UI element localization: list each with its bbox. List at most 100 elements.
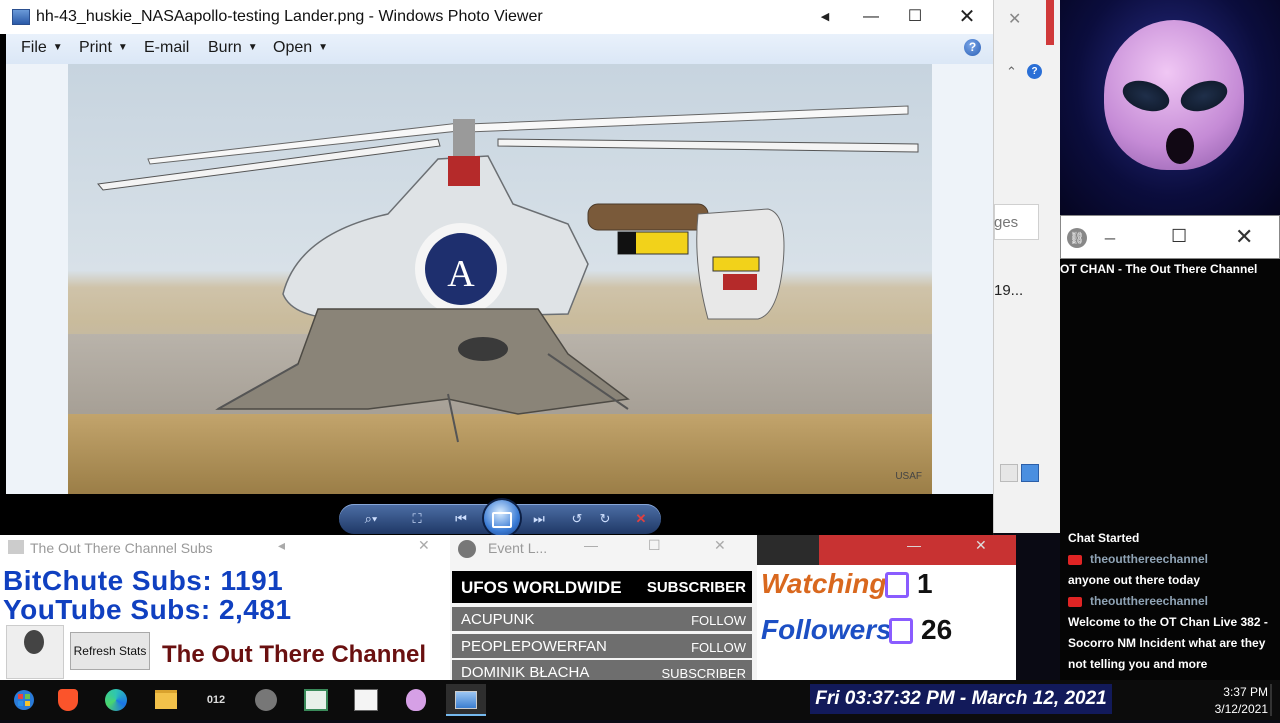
twitch-stats-titlebar: — ✕ xyxy=(757,535,1016,565)
chevron-down-icon: ▼ xyxy=(247,42,258,53)
event-name: ACUPUNK xyxy=(461,611,535,628)
chat-titlebar[interactable]: ⛓ _ ☐ ✕ xyxy=(1060,215,1280,259)
event-type: SUBSCRIBER xyxy=(661,666,746,680)
terminal-app-icon[interactable] xyxy=(296,684,336,716)
link-icon: ⛓ xyxy=(1067,228,1087,248)
minimize-button[interactable]: — xyxy=(848,0,894,34)
chevron-up-icon[interactable]: ⌃ xyxy=(1006,64,1017,80)
subs-app-icon xyxy=(8,540,24,554)
details-view-icon[interactable] xyxy=(1000,464,1018,482)
large-icons-view-icon[interactable] xyxy=(1021,464,1039,482)
menu-print[interactable]: Print ▼ xyxy=(79,39,128,57)
counter-app-icon[interactable]: 012 xyxy=(196,684,236,716)
next-icon[interactable]: ⏭ xyxy=(527,510,551,528)
event-list-title: Event L... xyxy=(488,540,548,556)
youtube-icon xyxy=(1068,554,1082,565)
chat-message: anyone out there today xyxy=(1068,573,1201,587)
help-icon[interactable]: ? xyxy=(964,39,981,56)
close-button[interactable]: ✕ xyxy=(1235,224,1253,250)
displayed-photo: A USAF xyxy=(68,64,932,494)
minimize-button[interactable]: — xyxy=(584,537,598,553)
twitch-icon xyxy=(885,572,909,598)
photo-viewer-taskbar-icon[interactable] xyxy=(446,684,486,716)
previous-icon[interactable]: ⏮ xyxy=(449,510,473,528)
alien-eye-right xyxy=(1176,75,1232,117)
chat-window: ⛓ _ ☐ ✕ OT CHAN - The Out There Channel … xyxy=(1060,215,1280,680)
subs-widget: The Out There Channel Subs ◂ ✕ BitChute … xyxy=(0,535,450,680)
photo-viewer-app-icon xyxy=(12,9,30,25)
minimize-button[interactable]: _ xyxy=(1105,220,1115,241)
menu-print-label: Print xyxy=(79,39,112,56)
event-name: PEOPLEPOWERFAN xyxy=(461,638,607,655)
delete-icon[interactable]: ✕ xyxy=(629,510,653,528)
event-list-widget: Event L... — ☐ ✕ UFOS WORLDWIDE SUBSCRIBE… xyxy=(450,535,757,680)
brave-browser-icon[interactable] xyxy=(48,684,88,716)
help-icon[interactable]: ? xyxy=(1027,64,1042,79)
chat-user-line: theoutthereechannel xyxy=(1068,591,1278,612)
menu-email[interactable]: E-mail xyxy=(144,39,189,57)
maximize-button[interactable]: ☐ xyxy=(1171,226,1187,247)
system-time: 3:37 PM xyxy=(1223,685,1268,699)
window-title: hh-43_huskie_NASAapollo-testing Lander.p… xyxy=(36,8,543,25)
minimize-button[interactable]: — xyxy=(907,537,921,553)
webcam-alien-avatar xyxy=(1060,0,1280,215)
chat-channel-name: OT CHAN - The Out There Channel xyxy=(1060,262,1258,276)
close-button[interactable]: ✕ xyxy=(714,537,726,554)
event-name: UFOS WORLDWIDE xyxy=(461,578,622,597)
image-editor-icon[interactable] xyxy=(346,684,386,716)
event-type: SUBSCRIBER xyxy=(646,579,746,596)
photo-credit: USAF xyxy=(895,471,922,482)
background-partial-text: ges xyxy=(994,214,1019,231)
menu-file[interactable]: File ▼ xyxy=(21,39,63,57)
slideshow-icon[interactable] xyxy=(484,500,520,536)
refresh-stats-button[interactable]: Refresh Stats xyxy=(70,632,150,670)
event-name: DOMINIK BŁACHA xyxy=(461,664,590,680)
background-close-icon[interactable]: ✕ xyxy=(1008,9,1021,29)
chevron-down-icon: ▼ xyxy=(318,42,329,53)
menu-email-label: E-mail xyxy=(144,39,190,56)
event-row: DOMINIK BŁACHA SUBSCRIBER xyxy=(452,660,752,680)
rotate-left-icon[interactable]: ↺ xyxy=(565,510,589,528)
chat-username: theoutthereechannel xyxy=(1090,552,1209,566)
twitch-stats-widget: — ✕ Watching 1 Followers 26 xyxy=(757,535,1016,680)
file-explorer-icon[interactable] xyxy=(146,684,186,716)
link-app-icon[interactable] xyxy=(246,684,286,716)
event-type: FOLLOW xyxy=(691,613,746,628)
image-canvas: A USAF xyxy=(6,64,993,494)
close-button[interactable]: ✕ xyxy=(975,537,987,554)
chat-status: Chat Started xyxy=(1068,531,1140,545)
photo-viewer-menubar: File ▼ Print ▼ E-mail Burn ▼ Open ▼ ? xyxy=(6,34,993,64)
background-red-strip xyxy=(1046,0,1054,45)
event-row: UFOS WORLDWIDE SUBSCRIBER xyxy=(452,571,752,603)
maximize-button[interactable]: ☐ xyxy=(892,0,938,34)
svg-text:A: A xyxy=(447,253,475,295)
back-arrow-icon[interactable]: ◂ xyxy=(278,537,285,554)
show-desktop-button[interactable] xyxy=(1270,684,1272,716)
watching-count: 1 xyxy=(917,568,933,599)
start-button[interactable] xyxy=(4,684,44,716)
bitchute-subs: BitChute Subs: 1191 xyxy=(3,565,284,596)
menu-open[interactable]: Open ▼ xyxy=(273,39,328,57)
back-arrow-icon[interactable]: ◀ xyxy=(802,0,848,34)
menu-open-label: Open xyxy=(273,39,313,56)
link-icon xyxy=(458,540,476,558)
zoom-icon[interactable]: ⌕▾ xyxy=(359,510,383,528)
close-icon[interactable]: ✕ xyxy=(418,537,430,554)
chevron-down-icon: ▼ xyxy=(52,42,63,53)
menu-burn[interactable]: Burn ▼ xyxy=(208,39,258,57)
helicopter-lander-illustration: A xyxy=(97,105,919,443)
alien-app-icon[interactable] xyxy=(396,684,436,716)
photo-viewer-titlebar[interactable]: hh-43_huskie_NASAapollo-testing Lander.p… xyxy=(0,0,993,34)
chat-user-line: theoutthereechannel xyxy=(1068,549,1278,570)
close-button[interactable]: ✕ xyxy=(944,0,990,34)
menu-file-label: File xyxy=(21,39,47,56)
channel-logo xyxy=(6,625,64,679)
rotate-right-icon[interactable]: ↻ xyxy=(593,510,617,528)
clock-banner: Fri 03:37:32 PM - March 12, 2021 xyxy=(810,684,1112,714)
background-partial-value: 19... xyxy=(994,282,1024,299)
system-clock[interactable]: 3:37 PM 3/12/2021 xyxy=(1215,684,1268,718)
actual-size-icon[interactable]: ⛶ xyxy=(405,510,429,528)
edge-browser-icon[interactable] xyxy=(96,684,136,716)
followers-label: Followers xyxy=(761,614,892,645)
maximize-button[interactable]: ☐ xyxy=(648,537,661,554)
